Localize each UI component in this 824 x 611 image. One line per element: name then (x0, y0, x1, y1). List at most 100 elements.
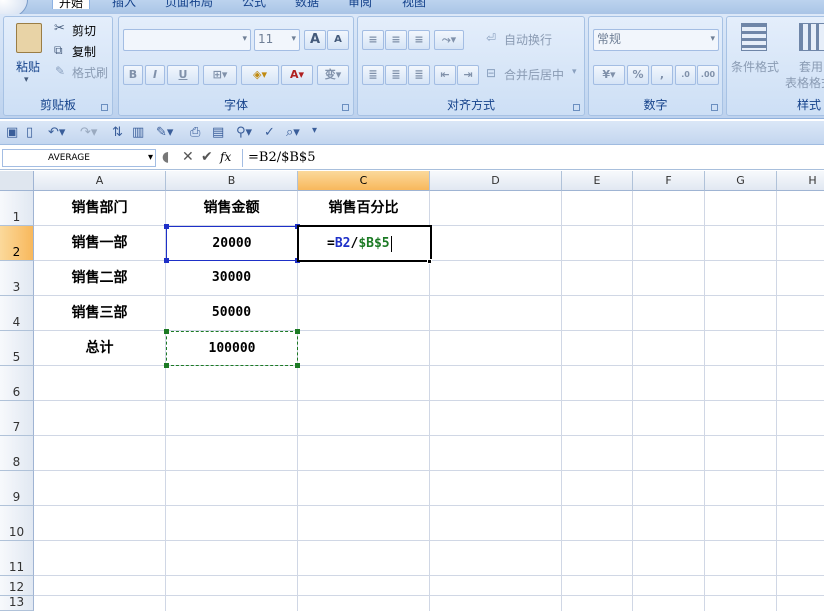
row-header-10[interactable]: 10 (0, 506, 34, 541)
dialog-launcher-icon[interactable] (101, 104, 108, 111)
new-file-icon[interactable]: ▯ (26, 125, 33, 140)
name-box[interactable]: AVERAGE ▾ (2, 149, 156, 167)
tab-review[interactable]: 审阅 (348, 0, 372, 9)
cell-a2[interactable]: 销售一部 (34, 226, 166, 261)
conditional-format-button[interactable]: 条件格式 (731, 59, 779, 75)
cell-b1[interactable]: 销售金额 (166, 191, 298, 226)
draw-icon[interactable]: ✎▾ (156, 125, 173, 140)
save-icon[interactable]: ▣ (6, 125, 18, 140)
column-header-g[interactable]: G (705, 171, 777, 191)
underline-button[interactable]: U (167, 65, 199, 85)
row-header-13[interactable]: 13 (0, 595, 34, 611)
copy-button[interactable]: 复制 (72, 44, 96, 60)
cell-b2[interactable]: 20000 (166, 226, 298, 261)
align-right-button[interactable]: ≣ (408, 65, 430, 85)
row-header-5[interactable]: 5 (0, 331, 34, 366)
worksheet-grid[interactable]: A B C D E F G H 1 2 3 4 5 6 7 8 9 10 11 … (0, 171, 824, 611)
accounting-format-button[interactable]: ¥▾ (593, 65, 625, 85)
chevron-down-icon[interactable]: ▾ (24, 75, 29, 85)
align-bottom-button[interactable]: ≡ (408, 30, 430, 50)
redo-icon[interactable]: ↷▾ (80, 125, 97, 140)
tab-data[interactable]: 数据 (295, 0, 319, 9)
active-cell-c2[interactable]: =B2/$B$5 (297, 225, 432, 262)
cell-b5[interactable]: 100000 (166, 331, 298, 366)
expand-handle-icon[interactable]: ◖ (162, 149, 169, 165)
decrease-indent-button[interactable]: ⇤ (434, 65, 456, 85)
merge-center-button[interactable]: 合并后居中 (504, 67, 564, 83)
customize-qat-icon[interactable]: ▾ (312, 125, 317, 136)
align-top-button[interactable]: ≡ (362, 30, 384, 50)
phonetic-button[interactable]: 变▾ (317, 65, 349, 85)
column-header-b[interactable]: B (166, 171, 298, 191)
font-color-button[interactable]: A▾ (281, 65, 313, 85)
row-header-3[interactable]: 3 (0, 261, 34, 296)
ref-handle-b5[interactable] (164, 363, 169, 368)
ref-handle-b2[interactable] (164, 224, 169, 229)
column-header-h[interactable]: H (777, 171, 824, 191)
column-header-d[interactable]: D (430, 171, 562, 191)
form-icon[interactable]: ▤ (212, 125, 224, 140)
print-preview-icon[interactable]: ⌕▾ (286, 125, 300, 140)
font-name-box[interactable]: ▾ (123, 29, 251, 51)
row-header-6[interactable]: 6 (0, 366, 34, 401)
wrap-text-button[interactable]: 自动换行 (504, 32, 552, 48)
cell-a5[interactable]: 总计 (34, 331, 166, 366)
enter-check-icon[interactable]: ✔ (201, 149, 213, 165)
insert-function-button[interactable]: fx (220, 150, 231, 164)
column-header-c[interactable]: C (298, 171, 430, 191)
row-header-1[interactable]: 1 (0, 191, 34, 226)
cell-b4[interactable]: 50000 (166, 296, 298, 331)
fill-color-button[interactable]: ◈▾ (241, 65, 279, 85)
orientation-button[interactable]: ⤳▾ (434, 30, 464, 50)
percent-button[interactable]: % (627, 65, 649, 85)
fill-handle[interactable] (427, 259, 432, 264)
print-icon[interactable]: ⎙ (190, 125, 200, 140)
tab-home[interactable]: 开始 (52, 0, 91, 10)
row-header-2[interactable]: 2 (0, 226, 34, 261)
cut-button[interactable]: 剪切 (72, 23, 96, 39)
ref-handle-b2[interactable] (164, 258, 169, 263)
format-painter-button[interactable]: 格式刷 (72, 65, 108, 81)
number-format-box[interactable]: 常规 ▾ (593, 29, 719, 51)
tab-view[interactable]: 视图 (402, 0, 426, 9)
align-middle-button[interactable]: ≡ (385, 30, 407, 50)
column-header-f[interactable]: F (633, 171, 705, 191)
dialog-launcher-icon[interactable] (573, 104, 580, 111)
select-all-corner[interactable] (0, 171, 34, 191)
row-header-12[interactable]: 12 (0, 576, 34, 596)
align-left-button[interactable]: ≣ (362, 65, 384, 85)
column-header-e[interactable]: E (562, 171, 633, 191)
formula-input[interactable]: =B2/$B$5 (248, 150, 315, 166)
cell-b3[interactable]: 30000 (166, 261, 298, 296)
row-header-9[interactable]: 9 (0, 471, 34, 506)
row-header-11[interactable]: 11 (0, 541, 34, 576)
borders-button[interactable]: ⊞▾ (203, 65, 237, 85)
increase-indent-button[interactable]: ⇥ (457, 65, 479, 85)
comma-button[interactable]: , (651, 65, 673, 85)
decrease-decimal-button[interactable]: .00 (697, 65, 719, 85)
format-as-table-button[interactable]: 套用 (799, 59, 823, 75)
grow-font-button[interactable]: A (304, 30, 326, 50)
dialog-launcher-icon[interactable] (342, 104, 349, 111)
cell-c1[interactable]: 销售百分比 (298, 191, 430, 226)
ref-handle-b5[interactable] (164, 329, 169, 334)
ref-handle-b5[interactable] (295, 363, 300, 368)
chevron-down-icon[interactable]: ▾ (572, 67, 577, 77)
cancel-icon[interactable]: ✕ (182, 149, 194, 165)
find-icon[interactable]: ⚲▾ (236, 125, 252, 140)
column-header-a[interactable]: A (34, 171, 166, 191)
cell-a4[interactable]: 销售三部 (34, 296, 166, 331)
cell-a1[interactable]: 销售部门 (34, 191, 166, 226)
row-header-4[interactable]: 4 (0, 296, 34, 331)
font-size-box[interactable]: 11 ▾ (254, 29, 300, 51)
sort-icon[interactable]: ⇅ (112, 125, 123, 140)
tab-insert[interactable]: 插入 (112, 0, 136, 9)
italic-button[interactable]: I (145, 65, 165, 85)
ref-handle-b5[interactable] (295, 329, 300, 334)
paste-button[interactable]: 粘贴 (16, 59, 40, 75)
increase-decimal-button[interactable]: .0 (675, 65, 696, 85)
bold-button[interactable]: B (123, 65, 143, 85)
row-header-8[interactable]: 8 (0, 436, 34, 471)
align-center-button[interactable]: ≣ (385, 65, 407, 85)
chart-icon[interactable]: ▥ (132, 125, 144, 140)
